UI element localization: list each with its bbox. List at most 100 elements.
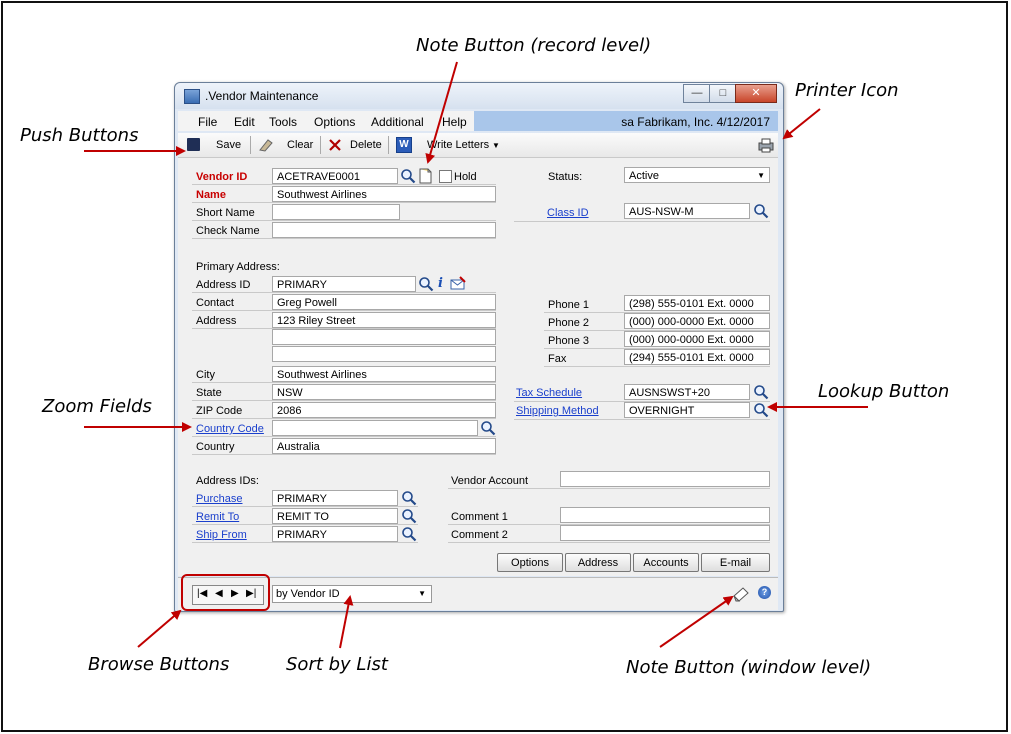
phone1-field[interactable]: (298) 555-0101 Ext. 0000	[624, 295, 770, 311]
country-label: Country	[196, 441, 235, 453]
state-label: State	[196, 387, 222, 399]
menu-bar: File Edit Tools Options Additional Help …	[178, 111, 778, 131]
options-button[interactable]: Options	[497, 553, 563, 572]
status-dropdown[interactable]: Active ▼	[624, 167, 770, 183]
class-id-link[interactable]: Class ID	[547, 207, 589, 219]
contact-field[interactable]: Greg Powell	[272, 294, 496, 310]
sort-dropdown-icon[interactable]: ▼	[418, 586, 426, 602]
write-letters-button[interactable]: Write Letters	[427, 139, 489, 151]
info-icon[interactable]: i	[438, 276, 443, 291]
city-field[interactable]: Southwest Airlines	[272, 366, 496, 382]
user-info-bar: sa Fabrikam, Inc. 4/12/2017	[474, 111, 778, 131]
tax-schedule-field[interactable]: AUSNSWST+20	[624, 384, 750, 400]
note-record-icon[interactable]	[417, 168, 433, 184]
city-label: City	[196, 369, 215, 381]
zip-field[interactable]: 2086	[272, 402, 496, 418]
accounts-button[interactable]: Accounts	[633, 553, 699, 572]
class-id-lookup-icon[interactable]	[753, 203, 769, 219]
address-ids-label: Address IDs:	[196, 475, 259, 487]
purchase-field[interactable]: PRIMARY	[272, 490, 398, 506]
comment2-label: Comment 2	[451, 529, 508, 541]
remit-to-field[interactable]: REMIT TO	[272, 508, 398, 524]
vendor-id-field[interactable]: ACETRAVE0001	[272, 168, 398, 184]
email-address-icon[interactable]	[450, 276, 466, 292]
callout-note-window: Note Button (window level)	[626, 657, 872, 678]
status-dropdown-icon[interactable]: ▼	[757, 168, 765, 182]
menu-help[interactable]: Help	[442, 115, 467, 129]
printer-icon[interactable]	[758, 137, 774, 153]
vendor-account-field[interactable]	[560, 471, 770, 487]
menu-options[interactable]: Options	[314, 115, 355, 129]
address-line3-field[interactable]	[272, 346, 496, 362]
menu-edit[interactable]: Edit	[234, 115, 255, 129]
delete-icon[interactable]	[328, 138, 342, 152]
check-name-field[interactable]	[272, 222, 496, 238]
title-bar[interactable]: .Vendor Maintenance — □ ✕	[175, 83, 783, 109]
remit-to-lookup-icon[interactable]	[401, 508, 417, 524]
vendor-id-label: Vendor ID	[196, 171, 248, 183]
phone2-label: Phone 2	[548, 317, 589, 329]
comment2-field[interactable]	[560, 525, 770, 541]
tax-schedule-lookup-icon[interactable]	[753, 384, 769, 400]
close-button[interactable]: ✕	[735, 84, 777, 103]
clear-button[interactable]: Clear	[287, 139, 313, 151]
vendor-maintenance-window: .Vendor Maintenance — □ ✕ File Edit Tool…	[174, 82, 784, 612]
help-icon[interactable]: ?	[758, 586, 771, 599]
comment1-label: Comment 1	[451, 511, 508, 523]
menu-file[interactable]: File	[198, 115, 217, 129]
sort-by-dropdown[interactable]: by Vendor ID ▼	[272, 585, 432, 603]
class-id-field[interactable]: AUS-NSW-M	[624, 203, 750, 219]
note-window-icon[interactable]	[732, 585, 750, 603]
callout-lookup-button: Lookup Button	[818, 381, 950, 402]
fax-label: Fax	[548, 353, 567, 365]
save-button[interactable]: Save	[216, 139, 241, 151]
purchase-lookup-icon[interactable]	[401, 490, 417, 506]
callout-push-buttons: Push Buttons	[20, 125, 139, 146]
ship-from-link[interactable]: Ship From	[196, 529, 247, 541]
shipping-method-link[interactable]: Shipping Method	[516, 405, 599, 417]
shipping-method-field[interactable]: OVERNIGHT	[624, 402, 750, 418]
maximize-button[interactable]: □	[709, 84, 737, 103]
status-label: Status:	[548, 171, 583, 183]
minimize-button[interactable]: —	[683, 84, 711, 103]
name-field[interactable]: Southwest Airlines	[272, 186, 496, 202]
tax-schedule-link[interactable]: Tax Schedule	[516, 387, 582, 399]
hold-label: Hold	[454, 171, 477, 183]
remit-to-link[interactable]: Remit To	[196, 511, 239, 523]
country-code-lookup-icon[interactable]	[480, 420, 496, 436]
email-button[interactable]: E-mail	[701, 553, 770, 572]
fax-field[interactable]: (294) 555-0101 Ext. 0000	[624, 349, 770, 365]
callout-zoom-fields: Zoom Fields	[42, 396, 152, 417]
country-code-field[interactable]	[272, 420, 478, 436]
browse-highlight-box	[181, 574, 270, 611]
comment1-field[interactable]	[560, 507, 770, 523]
save-icon[interactable]	[187, 138, 200, 151]
address-line1-field[interactable]: 123 Riley Street	[272, 312, 496, 328]
write-letters-dropdown-icon[interactable]: ▼	[492, 141, 500, 150]
address-id-label: Address ID	[196, 279, 251, 291]
country-code-link[interactable]: Country Code	[196, 423, 264, 435]
address-id-field[interactable]: PRIMARY	[272, 276, 416, 292]
menu-tools[interactable]: Tools	[269, 115, 297, 129]
window-title: .Vendor Maintenance	[205, 89, 319, 103]
hold-checkbox[interactable]	[439, 170, 452, 183]
ship-from-field[interactable]: PRIMARY	[272, 526, 398, 542]
shipping-method-lookup-icon[interactable]	[753, 402, 769, 418]
purchase-link[interactable]: Purchase	[196, 493, 242, 505]
delete-button[interactable]: Delete	[350, 139, 382, 151]
word-icon[interactable]: W	[396, 137, 412, 153]
clear-icon[interactable]	[258, 137, 274, 153]
vendor-id-lookup-icon[interactable]	[400, 168, 416, 184]
menu-additional[interactable]: Additional	[371, 115, 424, 129]
callout-sort-by-list: Sort by List	[286, 654, 388, 675]
address-line2-field[interactable]	[272, 329, 496, 345]
address-id-lookup-icon[interactable]	[418, 276, 434, 292]
phone2-field[interactable]: (000) 000-0000 Ext. 0000	[624, 313, 770, 329]
address-label: Address	[196, 315, 237, 327]
ship-from-lookup-icon[interactable]	[401, 526, 417, 542]
state-field[interactable]: NSW	[272, 384, 496, 400]
address-button[interactable]: Address	[565, 553, 631, 572]
short-name-field[interactable]	[272, 204, 400, 220]
country-field[interactable]: Australia	[272, 438, 496, 454]
phone3-field[interactable]: (000) 000-0000 Ext. 0000	[624, 331, 770, 347]
